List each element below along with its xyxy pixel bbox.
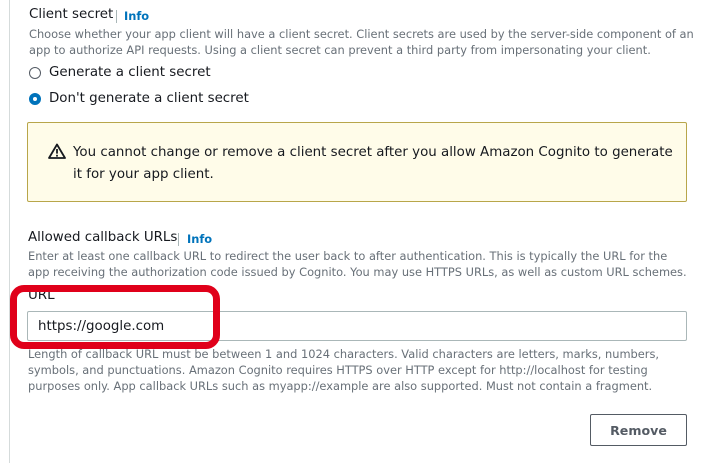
radio-label: Don't generate a client secret (49, 91, 249, 106)
callback-urls-info-link[interactable]: Info (187, 232, 212, 246)
callback-url-constraint-text: Length of callback URL must be between 1… (28, 347, 660, 393)
title-separator (116, 10, 117, 23)
radio-button-selected[interactable] (29, 92, 41, 105)
title-separator (178, 233, 179, 246)
client-secret-warning-alert: You cannot change or remove a client sec… (27, 122, 687, 202)
radio-label: Generate a client secret (49, 65, 211, 80)
warning-message: You cannot change or remove a client sec… (73, 145, 673, 182)
callback-urls-description: Enter at least one callback URL to redir… (28, 249, 687, 279)
callback-url-input[interactable] (27, 311, 687, 341)
url-field-label: URL (28, 288, 55, 303)
radio-dont-generate-secret[interactable]: Don't generate a client secret (29, 91, 249, 106)
callback-urls-title: Allowed callback URLs (28, 230, 178, 245)
client-secret-title: Client secret (29, 7, 114, 22)
radio-button[interactable] (29, 66, 41, 79)
client-secret-info-link[interactable]: Info (124, 9, 149, 23)
warning-triangle-icon (48, 143, 66, 159)
client-secret-description: Choose whether your app client will have… (29, 27, 694, 57)
radio-generate-secret[interactable]: Generate a client secret (29, 65, 211, 80)
remove-url-button[interactable]: Remove (590, 414, 687, 446)
